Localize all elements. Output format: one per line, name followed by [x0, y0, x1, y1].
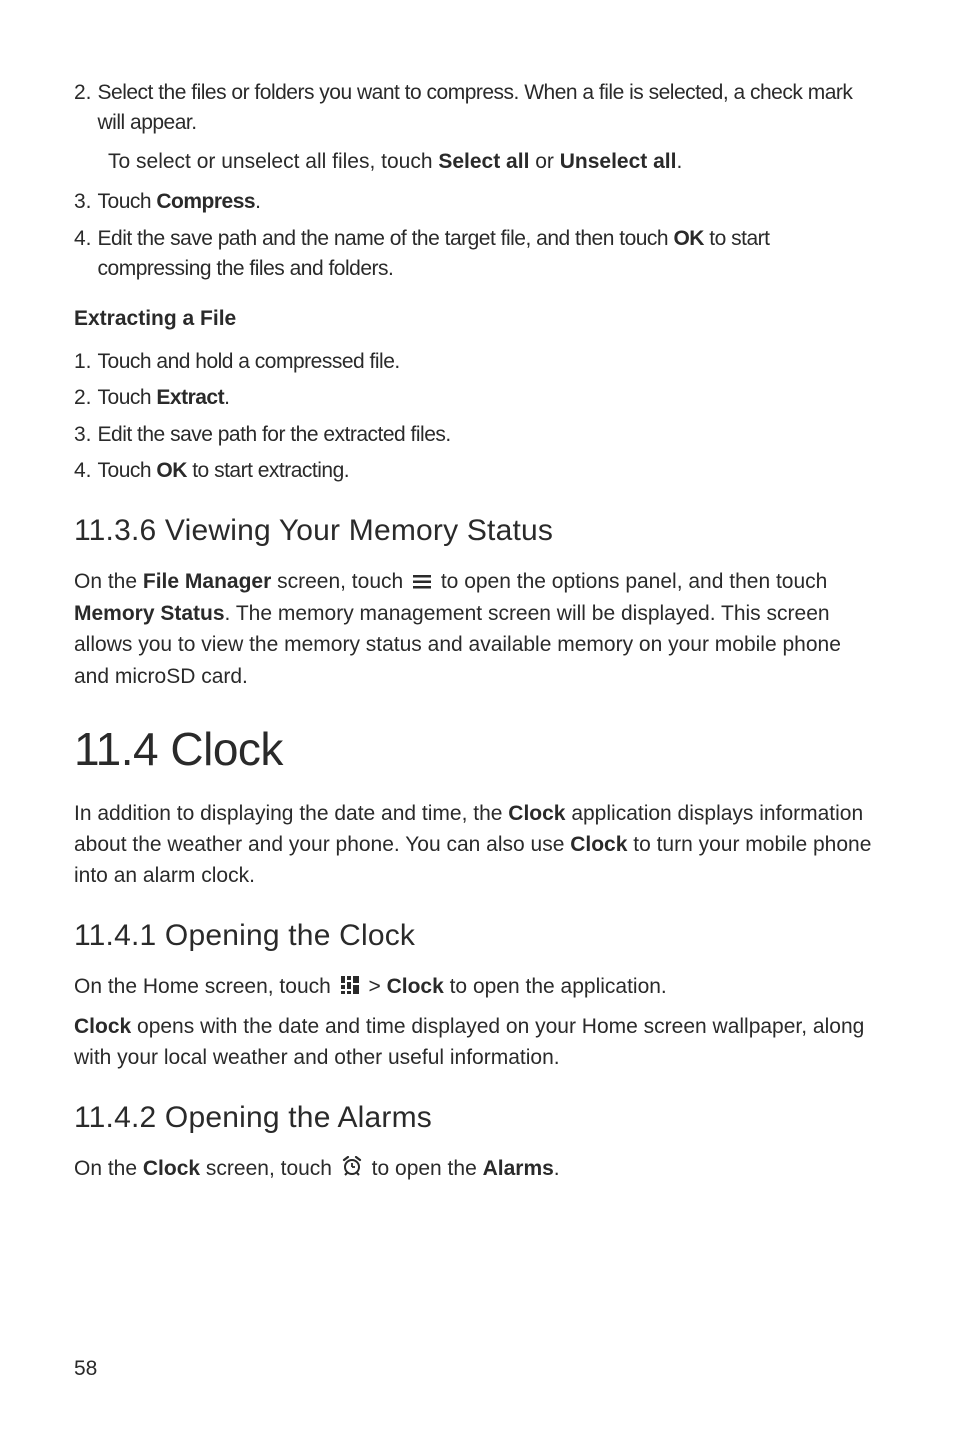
opening-alarms-heading: 11.4.2 Opening the Alarms — [74, 1101, 880, 1135]
alarm-clock-icon — [342, 1154, 362, 1185]
step-item: 2. Touch Extract. — [74, 383, 880, 413]
clock-paragraph: In addition to displaying the date and t… — [74, 798, 880, 891]
step-number: 1. — [74, 347, 98, 377]
step-number: 4. — [74, 456, 98, 486]
step-text: Touch Extract. — [98, 383, 880, 413]
step-text: Touch OK to start extracting. — [98, 456, 880, 486]
menu-icon — [413, 567, 431, 598]
step-text: Touch and hold a compressed file. — [98, 347, 880, 377]
step-text: Edit the save path for the extracted fil… — [98, 420, 880, 450]
page-number: 58 — [74, 1357, 97, 1381]
opening-clock-paragraph-2: Clock opens with the date and time displ… — [74, 1011, 880, 1073]
apps-grid-icon — [341, 972, 359, 1003]
step-number: 2. — [74, 78, 98, 139]
step-item: 3. Touch Compress. — [74, 187, 880, 217]
step-number: 4. — [74, 224, 98, 285]
step-item: 2. Select the files or folders you want … — [74, 78, 880, 139]
step-item: 4. Edit the save path and the name of th… — [74, 224, 880, 285]
opening-clock-heading: 11.4.1 Opening the Clock — [74, 919, 880, 953]
step-item: 1. Touch and hold a compressed file. — [74, 347, 880, 377]
step-text: Select the files or folders you want to … — [98, 78, 880, 139]
step-text: Edit the save path and the name of the t… — [98, 224, 880, 285]
memory-status-paragraph: On the File Manager screen, touch to ope… — [74, 566, 880, 691]
step-item: 3. Edit the save path for the extracted … — [74, 420, 880, 450]
memory-status-heading: 11.3.6 Viewing Your Memory Status — [74, 514, 880, 548]
step-number: 3. — [74, 420, 98, 450]
opening-alarms-paragraph: On the Clock screen, touch to open the A… — [74, 1153, 880, 1185]
step-number: 2. — [74, 383, 98, 413]
clock-heading: 11.4 Clock — [74, 722, 880, 776]
opening-clock-paragraph-1: On the Home screen, touch > Clock to ope… — [74, 971, 880, 1003]
step-item: 4. Touch OK to start extracting. — [74, 456, 880, 486]
step-number: 3. — [74, 187, 98, 217]
nested-note: To select or unselect all files, touch S… — [108, 147, 880, 177]
extracting-heading: Extracting a File — [74, 307, 880, 331]
step-text: Touch Compress. — [98, 187, 880, 217]
